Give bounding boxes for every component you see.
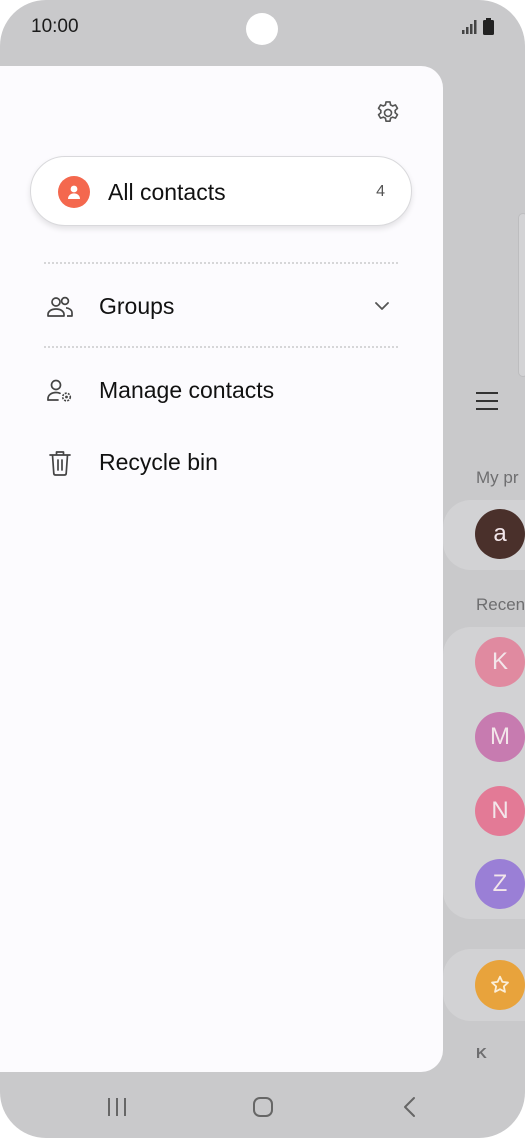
all-contacts-label: All contacts [108,179,226,205]
trash-icon [44,447,76,479]
manage-contacts-icon [44,375,76,407]
scrollbar [518,213,525,377]
index-letter: K [476,1045,487,1062]
divider [44,262,398,264]
section-recent: Recen [476,595,525,614]
chevron-down-icon[interactable] [372,296,392,316]
divider [44,346,398,348]
all-contacts-count: 4 [376,183,385,200]
all-contacts-item[interactable]: All contacts 4 [30,156,412,226]
groups-item[interactable]: Groups [30,278,412,334]
recycle-bin-label: Recycle bin [99,449,218,475]
groups-label: Groups [99,293,175,319]
recent-apps-button[interactable] [97,1092,137,1122]
contact-avatar-k[interactable]: K [475,637,525,687]
camera-cutout [246,13,278,45]
hamburger-menu-icon[interactable] [476,391,498,411]
manage-contacts-item[interactable]: Manage contacts [30,362,412,418]
status-time: 10:00 [31,16,79,37]
status-bar: 10:00 [0,0,525,60]
home-icon [253,1097,273,1117]
contact-avatar-n[interactable]: N [475,786,525,836]
navigation-drawer: All contacts 4 Groups Manage contacts Re… [0,66,443,1072]
settings-button[interactable] [370,95,406,131]
groups-icon [44,291,76,323]
gear-icon [377,101,399,122]
phone-screen: 10:00 My pr a Recen K M N Z K All contac… [0,0,525,1138]
favorite-star-icon[interactable] [475,960,525,1010]
back-icon [404,1097,415,1117]
person-icon [58,176,90,208]
back-button[interactable] [390,1092,430,1122]
battery-icon [483,18,494,35]
contact-avatar-z[interactable]: Z [475,859,525,909]
home-button[interactable] [243,1092,283,1122]
profile-avatar[interactable]: a [475,509,525,559]
recent-apps-icon [108,1098,126,1116]
signal-icon [462,20,477,34]
navigation-bar [0,1072,525,1138]
section-my-profile: My pr [476,468,519,487]
manage-contacts-label: Manage contacts [99,377,275,403]
recycle-bin-item[interactable]: Recycle bin [30,434,412,490]
contact-avatar-m[interactable]: M [475,712,525,762]
